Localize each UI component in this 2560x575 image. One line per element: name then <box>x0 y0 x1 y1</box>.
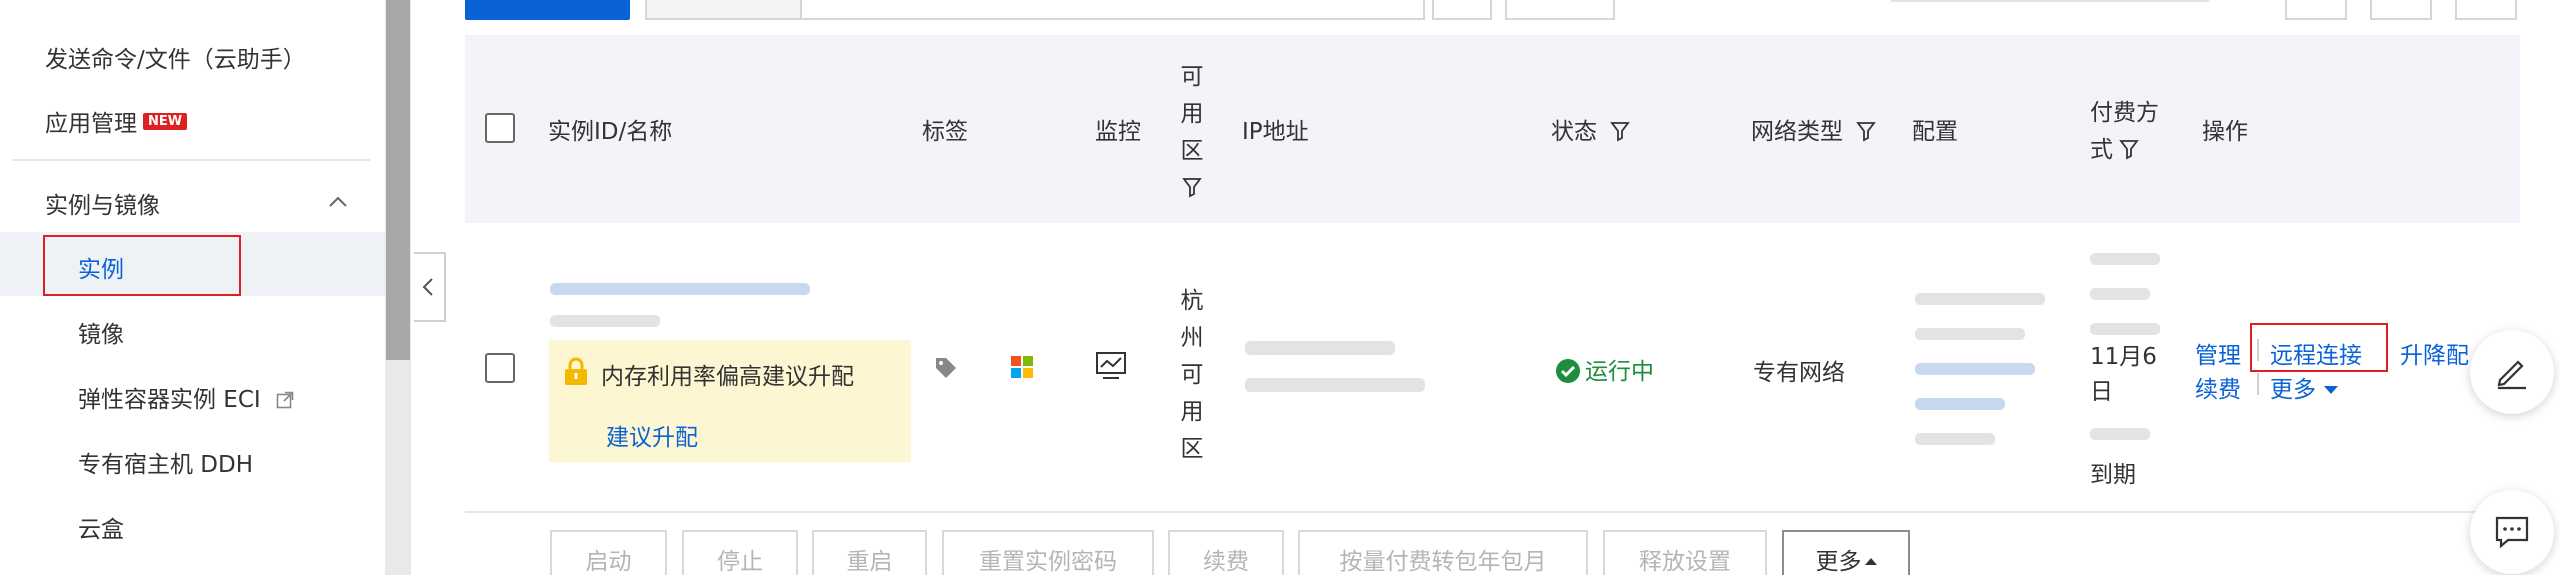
sidebar-item-label: 弹性容器实例 ECI <box>78 387 261 413</box>
batch-more-button[interactable]: 更多 <box>1782 530 1910 575</box>
highlight-box-remote <box>2250 323 2388 372</box>
sidebar-item-image[interactable]: 镜像 <box>78 315 124 349</box>
lock-warning-icon <box>565 357 587 385</box>
config-redacted-2 <box>1915 328 2025 340</box>
tag-icon[interactable] <box>933 355 959 381</box>
tag-filter-button[interactable] <box>1505 0 1615 20</box>
config-redacted-4 <box>1915 398 2005 410</box>
search-button[interactable] <box>1432 0 1492 20</box>
create-instance-button[interactable] <box>465 0 630 20</box>
sidebar-item-instance[interactable]: 实例 <box>78 250 124 284</box>
sidebar-item-label: 实例 <box>78 257 124 283</box>
search-field-select[interactable] <box>647 0 802 18</box>
stop-button[interactable]: 停止 <box>682 530 798 575</box>
billing-redacted-3 <box>2090 323 2160 335</box>
private-ip-redacted <box>1245 378 1425 392</box>
chevron-left-icon <box>422 278 433 296</box>
upgrade-suggestion: 内存利用率偏高建议升配 建议升配 <box>549 340 911 462</box>
windows-os-icon <box>1011 356 1033 378</box>
external-link-icon <box>276 391 294 409</box>
sidebar-group-instances-images[interactable]: 实例与镜像 <box>45 186 160 220</box>
highlight-box-instance <box>43 235 241 296</box>
billing-filter-icon[interactable] <box>2119 138 2139 160</box>
sidebar-item-app-management[interactable]: 应用管理 NEW <box>45 104 188 138</box>
billing-redacted-2 <box>2090 288 2150 300</box>
zone-value: 杭 州 可 用 区 <box>1180 288 1204 462</box>
refresh-button[interactable] <box>2285 0 2347 20</box>
sidebar-item-eci[interactable]: 弹性容器实例 ECI <box>78 380 294 414</box>
col-actions: 操作 <box>2202 119 2248 145</box>
sidebar-collapse-toggle[interactable] <box>414 252 446 322</box>
col-zone: 可 用 区 <box>1177 59 1207 207</box>
status-filter-icon[interactable] <box>1610 120 1631 142</box>
batch-renew-button[interactable]: 续费 <box>1168 530 1284 575</box>
renew-link[interactable]: 续费 <box>2195 370 2241 404</box>
select-all-checkbox[interactable] <box>485 113 515 143</box>
convert-billing-button[interactable]: 按量付费转包年包月 <box>1298 530 1588 575</box>
search-bar[interactable] <box>645 0 1425 20</box>
sidebar-item-cloudbox[interactable]: 云盒 <box>78 510 124 544</box>
col-status: 状态 <box>1551 112 1631 146</box>
billing-expire-day: 11月6 <box>2090 344 2157 370</box>
sidebar-item-label: 专有宿主机 DDH <box>78 452 254 478</box>
table-header: 实例ID/名称 标签 监控 可 用 区 IP地址 状态 网络类型 配置 付费方 … <box>465 35 2520 223</box>
chat-float-button[interactable] <box>2470 490 2554 574</box>
col-tags: 标签 <box>922 119 968 145</box>
sidebar-item-label: 镜像 <box>78 322 124 348</box>
upgrade-tip-text: 内存利用率偏高建议升配 <box>601 364 854 390</box>
upgrade-suggestion-link[interactable]: 建议升配 <box>606 418 698 452</box>
manage-link[interactable]: 管理 <box>2195 336 2241 370</box>
instance-id-redacted[interactable] <box>550 283 810 295</box>
monitor-chart-icon[interactable] <box>1095 351 1127 381</box>
sidebar: 发送命令/文件（云助手） 应用管理 NEW 实例与镜像 实例 镜像 弹性容器实例 … <box>0 0 385 575</box>
sidebar-item-label: 发送命令/文件（云助手） <box>45 47 306 73</box>
action-separator <box>2257 373 2259 395</box>
sidebar-group-label: 实例与镜像 <box>45 193 160 219</box>
sidebar-item-label: 云盒 <box>78 517 124 543</box>
new-badge: NEW <box>143 113 188 130</box>
col-ip: IP地址 <box>1242 119 1309 145</box>
public-ip-redacted <box>1245 341 1395 355</box>
instance-name-redacted <box>550 315 660 327</box>
network-type-value: 专有网络 <box>1753 360 1845 386</box>
col-instance: 实例ID/名称 <box>548 119 673 145</box>
sidebar-item-send-command[interactable]: 发送命令/文件（云助手） <box>45 40 306 74</box>
chat-icon <box>2495 516 2529 549</box>
network-filter-icon[interactable] <box>1856 120 1877 142</box>
sidebar-item-ddh[interactable]: 专有宿主机 DDH <box>78 445 253 479</box>
more-actions-dropdown[interactable]: 更多 <box>2270 370 2338 404</box>
billing-expire-label: 到期 <box>2090 462 2136 488</box>
reset-password-button[interactable]: 重置实例密码 <box>942 530 1154 575</box>
sidebar-divider <box>12 159 370 161</box>
toolbar-links-cropped <box>1890 0 2210 2</box>
col-monitor: 监控 <box>1095 119 1141 145</box>
col-billing: 付费方 式 <box>2090 100 2159 163</box>
sidebar-item-label: 应用管理 <box>45 111 137 137</box>
download-button[interactable] <box>2455 0 2517 20</box>
row-checkbox[interactable] <box>485 353 515 383</box>
col-config: 配置 <box>1912 119 1958 145</box>
col-network: 网络类型 <box>1751 112 1877 146</box>
billing-expire-day2: 日 <box>2090 379 2113 405</box>
pen-icon <box>2497 360 2526 390</box>
config-redacted-5 <box>1915 433 1995 445</box>
config-redacted-1 <box>1915 293 2045 305</box>
status-badge: 运行中 <box>1555 352 1654 386</box>
billing-redacted-4 <box>2090 428 2150 440</box>
release-settings-button[interactable]: 释放设置 <box>1603 530 1767 575</box>
billing-redacted-1 <box>2090 253 2160 265</box>
caret-down-icon <box>2324 386 2338 394</box>
caret-up-icon <box>1864 558 1877 565</box>
chevron-up-icon[interactable] <box>328 192 348 212</box>
settings-button[interactable] <box>2370 0 2432 20</box>
edit-float-button[interactable] <box>2470 330 2554 414</box>
restart-button[interactable]: 重启 <box>812 530 927 575</box>
zone-filter-icon[interactable] <box>1182 176 1202 198</box>
config-redacted-3 <box>1915 363 2035 375</box>
sidebar-scroll-thumb[interactable] <box>386 0 410 360</box>
check-circle-icon <box>1556 359 1580 383</box>
start-button[interactable]: 启动 <box>550 530 667 575</box>
resize-link[interactable]: 升降配 <box>2400 336 2469 370</box>
